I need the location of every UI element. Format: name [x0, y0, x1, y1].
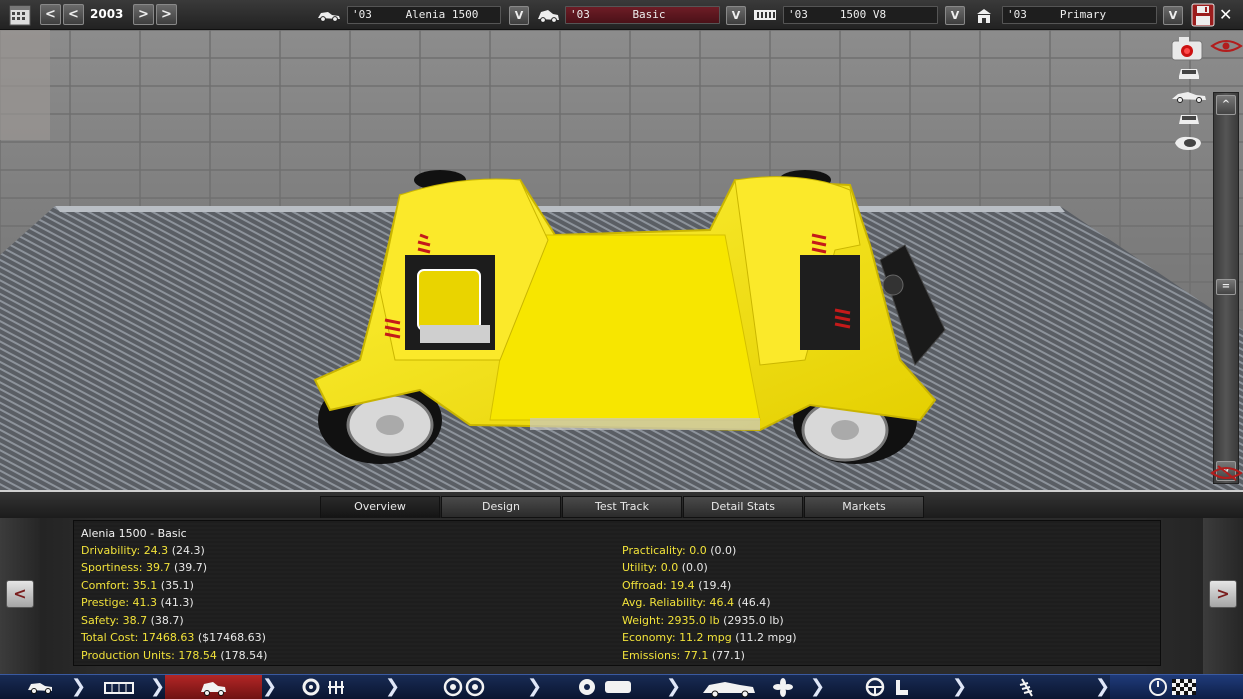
next-car-button[interactable]: > [1209, 580, 1237, 608]
car-rear-icon[interactable] [1176, 110, 1202, 131]
engine-dropdown-button[interactable]: V [945, 6, 965, 25]
stat-sportiness: Sportiness: 39.7 (39.7) [81, 561, 208, 574]
car-model-icon [316, 7, 342, 26]
stat-safety: Safety: 38.7 (38.7) [81, 614, 184, 627]
finish-icon [1149, 678, 1196, 696]
suspension-icon [1019, 678, 1033, 697]
nav-chevron-icon: ❯ [666, 676, 682, 697]
stat-avg-reliability: Avg. Reliability: 46.4 (46.4) [622, 596, 771, 609]
stat-prestige: Prestige: 41.3 (41.3) [81, 596, 194, 609]
nav-engine-gearbox[interactable] [280, 675, 385, 699]
nav-chevron-icon: ❯ [150, 676, 166, 697]
stat-total-cost: Total Cost: 17468.63 ($17468.63) [81, 631, 266, 644]
wheels-icon [443, 677, 485, 697]
trim-field[interactable]: '03 Basic [565, 6, 720, 24]
factory-icon [975, 7, 993, 28]
interior-icon [865, 677, 908, 697]
trim-dropdown-button[interactable]: V [726, 6, 746, 25]
car-side-icon[interactable] [1170, 88, 1208, 107]
stat-economy: Economy: 11.2 mpg (11.2 mpg) [622, 631, 797, 644]
engine-name: 1500 V8 [839, 8, 887, 21]
zoom-scrollbar[interactable]: ^ = v [1213, 92, 1239, 484]
tab-overview[interactable]: Overview [320, 496, 440, 518]
car-trim-icon [535, 7, 561, 28]
eye-icon[interactable] [1210, 38, 1243, 57]
factory-field[interactable]: '03 Primary [1002, 6, 1157, 24]
garage-scene [0, 30, 1243, 490]
tab-markets[interactable]: Markets [804, 496, 924, 518]
stat-utility: Utility: 0.0 (0.0) [622, 561, 708, 574]
year-next-button[interactable]: > [133, 4, 154, 25]
nav-chevron-icon: ❯ [952, 676, 968, 697]
nav-brakes[interactable] [545, 675, 665, 699]
nav-interior[interactable] [830, 675, 950, 699]
previous-car-button[interactable]: < [6, 580, 34, 608]
model-field[interactable]: '03 Alenia 1500 [347, 6, 501, 24]
nav-finish[interactable] [1110, 675, 1243, 699]
engine-icon [752, 7, 778, 26]
stat-production-units: Production Units: 178.54 (178.54) [81, 649, 268, 662]
car-top-icon[interactable] [1172, 134, 1204, 155]
nav-chevron-icon: ❯ [1095, 676, 1111, 697]
calendar-icon[interactable] [9, 4, 31, 29]
brakes-icon [579, 679, 631, 695]
nav-aero[interactable] [685, 675, 805, 699]
engine-year: '03 [788, 8, 808, 21]
stat-emissions: Emissions: 77.1 (77.1) [622, 649, 745, 662]
nav-chevron-icon: ❯ [385, 676, 401, 697]
stat-comfort: Comfort: 35.1 (35.1) [81, 579, 194, 592]
stat-drivability: Drivability: 24.3 (24.3) [81, 544, 205, 557]
aero-icon [703, 678, 793, 698]
save-icon[interactable] [1191, 3, 1215, 30]
nav-chevron-icon: ❯ [71, 676, 87, 697]
chassis-icon [104, 682, 134, 694]
stat-practicality: Practicality: 0.0 (0.0) [622, 544, 737, 557]
model-name: Alenia 1500 [405, 8, 479, 21]
tab-test-track[interactable]: Test Track [562, 496, 682, 518]
body-icon [201, 682, 226, 696]
factory-dropdown-button[interactable]: V [1163, 6, 1183, 25]
nav-wheels[interactable] [405, 675, 525, 699]
trim-name: Basic [632, 8, 666, 21]
trim-year: '03 [570, 8, 590, 21]
eye-off-icon[interactable] [1210, 464, 1243, 485]
car-front-icon[interactable] [1176, 64, 1202, 83]
zoom-up-button[interactable]: ^ [1216, 95, 1236, 115]
engine-field[interactable]: '03 1500 V8 [783, 6, 938, 24]
tab-design[interactable]: Design [441, 496, 561, 518]
car-3d-viewport[interactable]: ^ = v [0, 30, 1243, 490]
zoom-thumb[interactable]: = [1216, 279, 1236, 295]
nav-body[interactable] [165, 675, 262, 699]
model-dropdown-button[interactable]: V [509, 6, 529, 25]
factory-year: '03 [1007, 8, 1027, 21]
close-button[interactable]: ✕ [1219, 5, 1232, 24]
car-title: Alenia 1500 - Basic [81, 527, 187, 540]
year-prev-fast-button[interactable]: < [63, 4, 84, 25]
factory-name: Primary [1059, 8, 1107, 21]
engine-gearbox-icon [302, 678, 344, 696]
nav-chevron-icon: ❯ [810, 676, 826, 697]
year-next-fast-button[interactable]: > [156, 4, 177, 25]
overview-stats-box: Alenia 1500 - Basic Drivability: 24.3 (2… [73, 520, 1161, 666]
nav-suspension[interactable] [970, 675, 1090, 699]
model-year: '03 [352, 8, 372, 21]
info-tab-bar: Overview Design Test Track Detail Stats … [0, 490, 1243, 518]
nav-car-design[interactable] [0, 675, 72, 699]
car-design-icon [28, 683, 52, 694]
nav-chassis[interactable] [85, 675, 155, 699]
design-step-nav: ❯ ❯ ❯ ❯ ❯ ❯ ❯ ❯ ❯ [0, 674, 1243, 699]
stat-weight: Weight: 2935.0 lb (2935.0 lb) [622, 614, 784, 627]
year-display: 2003 [90, 7, 124, 21]
camera-icon[interactable] [1170, 36, 1208, 65]
nav-chevron-icon: ❯ [262, 676, 278, 697]
tab-detail-stats[interactable]: Detail Stats [683, 496, 803, 518]
year-prev-button[interactable]: < [40, 4, 61, 25]
stats-panel: < > Alenia 1500 - Basic Drivability: 24.… [0, 518, 1243, 674]
top-toolbar: < < 2003 > > '03 Alenia 1500 V '03 Basic V… [0, 0, 1243, 30]
nav-chevron-icon: ❯ [527, 676, 543, 697]
stat-offroad: Offroad: 19.4 (19.4) [622, 579, 732, 592]
